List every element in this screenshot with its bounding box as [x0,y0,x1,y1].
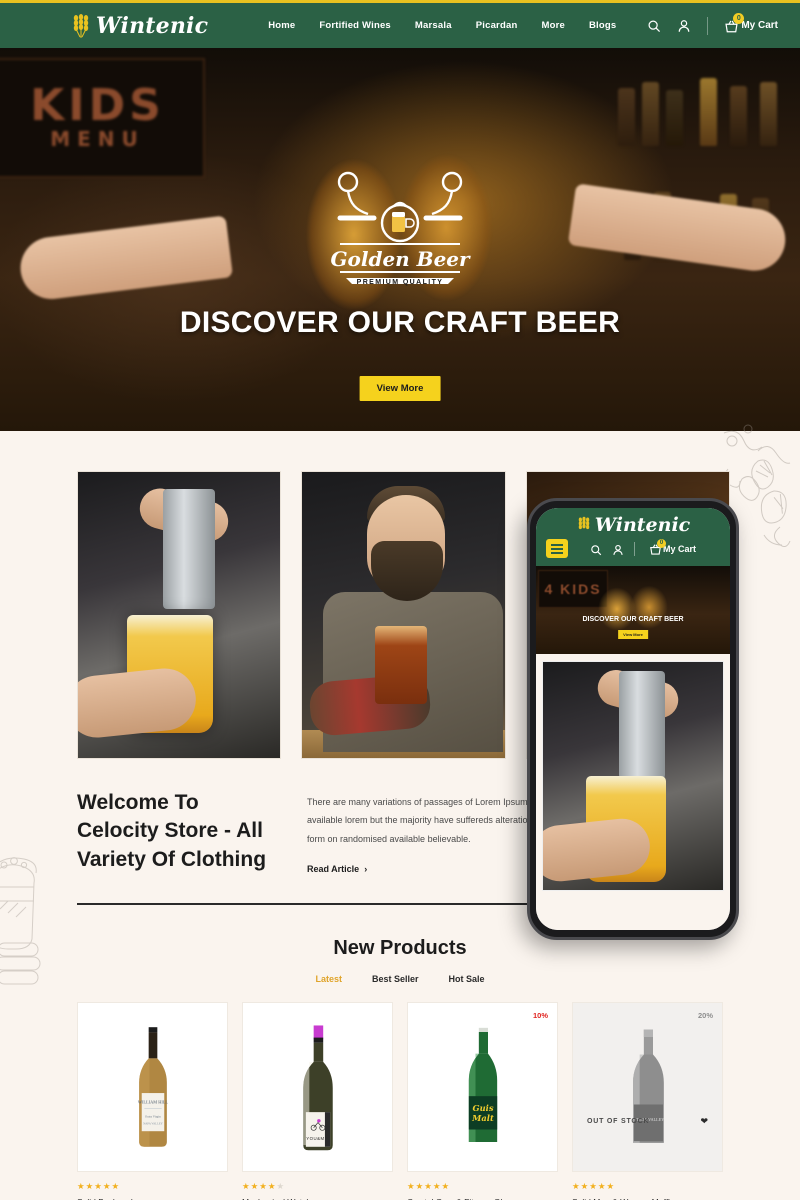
product-image-grey-wine-bottle: 20% PATTON VALLEY OUT OF STOCK ❤ [572,1002,723,1173]
mobile-preview-mockup: Wintenic 0 My Cart 4 KIDS DISCOVER OUR C… [527,498,739,940]
header-actions: 0 My Cart [647,12,778,35]
hero-hand-left [17,215,233,303]
product-rating: ★★★★★ [407,1181,451,1192]
product-image-you-and-me-wine-bottle: YOU&ME [242,1002,393,1173]
product-image-william-hill-wine-bottle: WILLIAM HILL Extra Virgin NAPA VALLEY [77,1002,228,1173]
product-card[interactable]: YOU&ME ★★★★★ Mechanical Watch $122.00 [242,1002,393,1200]
svg-text:Extra Virgin: Extra Virgin [145,1115,161,1119]
nav-item-blogs[interactable]: Blogs [589,20,616,31]
hamburger-menu-icon[interactable] [546,539,568,558]
out-of-stock-label: OUT OF STOCK [587,1118,650,1126]
phone-photo-beer-tap [542,661,724,891]
hero-view-more-button[interactable]: View More [359,376,441,401]
phone-cart-label: My Cart [663,543,697,554]
product-card[interactable]: 10% Guis Malt ★★★★★ Crystal Gym & Fitnes… [407,1002,558,1200]
product-filter-tabs: Latest Best Seller Hot Sale [0,974,800,984]
phone-header: Wintenic 0 My Cart [536,508,730,566]
phone-hero-title: DISCOVER OUR CRAFT BEER [582,616,684,623]
phone-logo: Wintenic [536,516,730,535]
read-article-link[interactable]: Read Article › [307,864,367,874]
phone-hero-glasses [575,576,691,636]
product-card[interactable]: 20% PATTON VALLEY OUT OF STOCK ❤ ★★★★★ S… [572,1002,723,1200]
wheat-icon [576,516,592,535]
user-icon[interactable] [677,19,691,33]
heart-icon[interactable]: ❤ [700,1116,708,1127]
hero-title: DISCOVER OUR CRAFT BEER [179,306,621,339]
site-logo[interactable]: Wintenic [70,13,208,39]
cart-count-badge: 0 [733,12,745,24]
photo-bearded-man [301,471,506,759]
hero-background-sign: KIDS MENU [0,58,205,178]
phone-hero: 4 KIDS DISCOVER OUR CRAFT BEER View More [536,566,730,654]
product-rating: ★★★★★ [242,1181,286,1192]
welcome-heading: Welcome To Celocity Store - All Variety … [77,791,267,871]
phone-header-actions: 0 My Cart [536,535,730,560]
phone-screen: Wintenic 0 My Cart 4 KIDS DISCOVER OUR C… [536,508,730,930]
discount-badge: 20% [697,1011,713,1021]
hero-sign-menu: MENU [50,126,145,151]
wheat-icon [70,13,92,39]
nav-item-picardan[interactable]: Picardan [476,20,518,31]
photo-beer-tap [77,471,282,759]
discount-badge: 10% [532,1011,548,1021]
svg-text:Malt: Malt [471,1113,494,1123]
phone-body [536,654,730,930]
page-title: New Products [333,937,467,960]
tab-best-seller[interactable]: Best Seller [372,974,419,984]
phone-divider [634,541,635,556]
phone-logo-text: Wintenic [594,514,691,536]
nav-item-home[interactable]: Home [268,20,295,31]
search-icon[interactable] [647,19,661,33]
logo-text: Wintenic [96,12,209,39]
tab-latest[interactable]: Latest [315,974,342,984]
svg-text:Guis: Guis [472,1103,493,1113]
main-navigation: Home Fortified Wines Marsala Picardan Mo… [268,20,616,31]
product-card[interactable]: WILLIAM HILL Extra Virgin NAPA VALLEY ★★… [77,1002,228,1200]
product-rating: ★★★★★ [572,1181,616,1192]
product-image-green-beer-bottle: 10% Guis Malt [407,1002,558,1173]
svg-text:YOU&ME: YOU&ME [306,1136,328,1141]
phone-cart-button[interactable]: 0 My Cart [649,538,697,555]
svg-text:Golden Beer: Golden Beer [330,247,471,271]
welcome-body: There are many variations of passages of… [307,789,552,877]
site-header: Wintenic Home Fortified Wines Marsala Pi… [0,3,800,48]
hero-sign-kids: KIDS [30,80,165,132]
product-grid: WILLIAM HILL Extra Virgin NAPA VALLEY ★★… [0,984,800,1200]
svg-text:WILLIAM HILL: WILLIAM HILL [137,1100,168,1105]
welcome-paragraph: There are many variations of passages of… [307,797,542,844]
header-divider [707,16,709,35]
svg-text:NAPA VALLEY: NAPA VALLEY [143,1122,163,1126]
svg-text:PREMIUM QUALITY: PREMIUM QUALITY [357,279,444,286]
phone-cart-count: 0 [657,538,666,548]
cart-label: My Cart [741,20,778,31]
golden-beer-badge: Golden Beer PREMIUM QUALITY [320,166,480,292]
hero-banner: KIDS MENU Golden Beer PREMIUM QUALITY DI… [0,48,800,431]
phone-hero-button[interactable]: View More [618,630,648,639]
cart-button[interactable]: 0 My Cart [724,12,778,33]
search-icon[interactable] [590,543,602,555]
nav-item-more[interactable]: More [541,20,565,31]
nav-item-fortified-wines[interactable]: Fortified Wines [319,20,391,31]
user-icon[interactable] [612,543,624,555]
product-rating: ★★★★★ [77,1181,121,1192]
tab-hot-sale[interactable]: Hot Sale [449,974,485,984]
chevron-right-icon: › [364,864,368,875]
new-products-section: New Products Latest Best Seller Hot Sale… [0,905,800,1200]
nav-item-marsala[interactable]: Marsala [415,20,452,31]
read-article-label: Read Article [307,864,360,875]
